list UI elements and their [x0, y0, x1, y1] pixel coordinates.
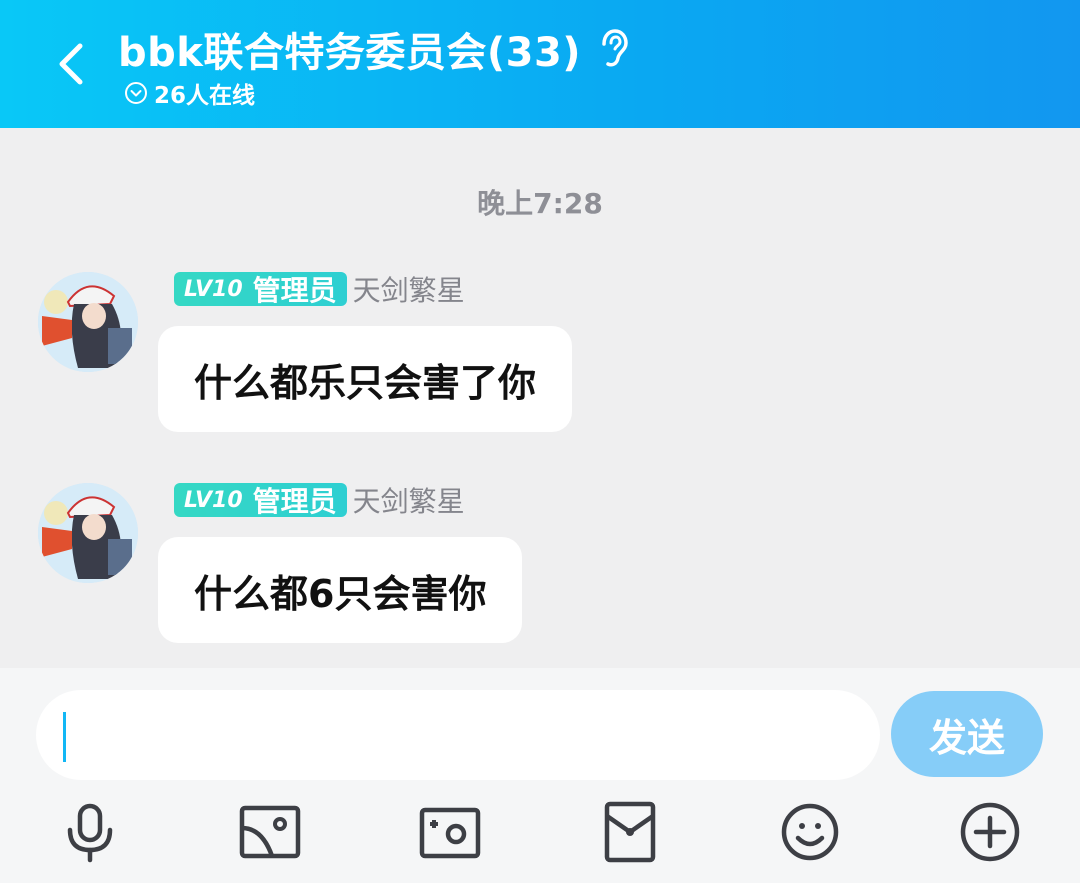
composer: 发送: [0, 668, 1080, 883]
online-count: 26人在线: [154, 83, 256, 109]
message-meta: LV10 管理员 天剑繁星: [174, 269, 465, 309]
text-caret: [63, 712, 66, 762]
sender-name[interactable]: 天剑繁星: [353, 480, 465, 520]
online-status[interactable]: 26人在线: [124, 78, 256, 109]
level-badge: LV10 管理员: [174, 272, 347, 307]
avatar[interactable]: [38, 483, 138, 583]
sender-name[interactable]: 天剑繁星: [353, 269, 465, 309]
level-label: LV10: [184, 487, 243, 513]
level-label: LV10: [184, 276, 243, 302]
ear-icon[interactable]: [596, 28, 630, 68]
send-button[interactable]: 发送: [891, 691, 1043, 777]
camera-icon[interactable]: [418, 800, 482, 864]
microphone-icon[interactable]: [58, 800, 122, 864]
back-button[interactable]: [50, 38, 94, 90]
plus-icon[interactable]: [958, 800, 1022, 864]
level-badge: LV10 管理员: [174, 483, 347, 518]
chat-header: bbk联合特务委员会(33) 26人在线: [0, 0, 1080, 128]
chevron-left-icon: [59, 43, 83, 85]
role-label: 管理员: [252, 274, 337, 307]
red-packet-icon[interactable]: [598, 800, 662, 864]
emoji-icon[interactable]: [778, 800, 842, 864]
role-label: 管理员: [252, 485, 337, 518]
message-item: LV10 管理员 天剑繁星 什么都6只会害你: [0, 483, 1080, 653]
message-input[interactable]: [36, 690, 880, 780]
message-item: LV10 管理员 天剑繁星 什么都乐只会害了你: [0, 272, 1080, 442]
group-title[interactable]: bbk联合特务委员会(33): [118, 20, 581, 78]
message-bubble[interactable]: 什么都6只会害你: [158, 537, 523, 643]
message-bubble[interactable]: 什么都乐只会害了你: [158, 326, 573, 432]
chevron-down-circle-icon: [125, 82, 147, 104]
avatar[interactable]: [38, 272, 138, 372]
message-meta: LV10 管理员 天剑繁星: [174, 480, 465, 520]
image-icon[interactable]: [238, 800, 302, 864]
chat-screen: bbk联合特务委员会(33) 26人在线 晚上7:28 LV10 管理员 天剑繁…: [0, 0, 1080, 883]
message-timestamp: 晚上7:28: [477, 187, 603, 220]
